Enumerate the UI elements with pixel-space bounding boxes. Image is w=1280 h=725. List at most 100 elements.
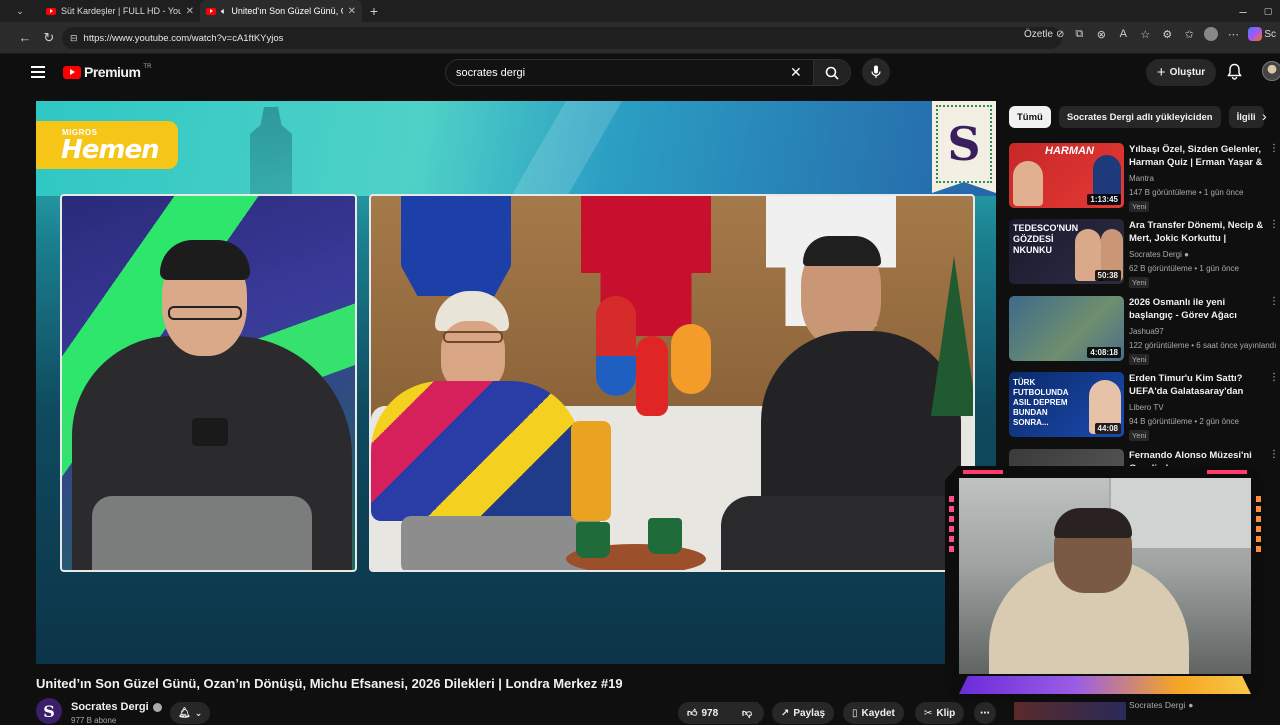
install-app-icon[interactable]: ⧉ — [1072, 27, 1086, 41]
green-mug-1 — [576, 522, 610, 558]
video-thumbnail[interactable]: 4:08:18 — [1009, 296, 1124, 361]
url-field[interactable]: ⊟ https://www.youtube.com/watch?v=cA1ftK… — [62, 27, 1062, 49]
clip-button[interactable]: ✂ Klip — [915, 702, 965, 724]
clear-search-icon[interactable]: ✕ — [790, 64, 802, 81]
thumb-caption: TEDESCO'NUN GÖZDESİ NKUNKU — [1013, 223, 1079, 255]
video-duration: 50:38 — [1094, 270, 1121, 281]
plus-icon: + — [1156, 64, 1166, 81]
youtube-logo[interactable]: Premium TR — [63, 64, 151, 80]
profile-avatar-icon[interactable] — [1204, 27, 1219, 41]
tab-close-icon[interactable]: ✕ — [186, 6, 194, 17]
list-item[interactable]: TÜRK FUTBOLUNDA ASIL DEPREM BUNDAN SONRA… — [1009, 372, 1279, 442]
jersey-blue — [401, 196, 511, 296]
video-channel[interactable]: Libero TV — [1129, 403, 1164, 412]
more-actions-button[interactable]: ⋯ — [974, 702, 996, 724]
video-title-link[interactable]: Yılbaşı Özel, Sizden Gelenler, Harman Qu… — [1129, 143, 1269, 171]
read-aloud-icon[interactable]: A — [1116, 27, 1130, 41]
save-button[interactable]: ▯ Kaydet — [843, 702, 904, 724]
extensions-icon[interactable]: ⚙ — [1160, 27, 1174, 41]
chip-all[interactable]: Tümü — [1009, 106, 1051, 128]
video-thumbnail[interactable]: TEDESCO'NUN GÖZDESİ NKUNKU 50:38 — [1009, 219, 1124, 284]
channel-logo-letter: S — [947, 117, 981, 171]
video-thumbnail[interactable]: HARMAN 1:13:45 — [1009, 143, 1124, 208]
sponsor-brand: Hemen — [61, 135, 160, 165]
video-menu-icon[interactable]: ⋮ — [1269, 296, 1279, 307]
youtube-play-icon — [63, 65, 81, 79]
favorites-icon[interactable]: ✩ — [1182, 27, 1196, 41]
new-tab-icon[interactable]: + — [362, 3, 386, 19]
more-menu-icon[interactable]: ⋯ — [1226, 27, 1240, 41]
microphone-icon — [871, 65, 881, 78]
channel-name[interactable]: Socrates Dergi — [71, 701, 162, 713]
thumbs-down-icon: 👎︎ — [741, 708, 753, 719]
video-channel[interactable]: Jashua97 — [1129, 327, 1164, 336]
tab-title: Süt Kardeşler | FULL HD - YouTube — [61, 6, 181, 16]
video-thumbnail[interactable]: TÜRK FUTBOLUNDA ASIL DEPREM BUNDAN SONRA… — [1009, 372, 1124, 437]
list-item[interactable]: TEDESCO'NUN GÖZDESİ NKUNKU 50:38 Ara Tra… — [1009, 219, 1279, 289]
summarize-button[interactable]: Özetle ⊘ — [1024, 29, 1064, 40]
video-title: United’ın Son Güzel Günü, Ozan’ın Dönüşü… — [36, 676, 623, 691]
chip-from-uploader[interactable]: Socrates Dergi adlı yükleyiciden — [1058, 106, 1221, 128]
list-item[interactable]: 4:08:18 2026 Osmanlı ile yeni başlangıç … — [1009, 296, 1279, 366]
bookmark-star-icon[interactable]: ☆ — [1138, 27, 1152, 41]
new-badge: Yeni — [1129, 201, 1150, 212]
list-item[interactable]: HARMAN 1:13:45 Yılbaşı Özel, Sizden Gele… — [1009, 143, 1279, 213]
host-left-glasses — [168, 306, 242, 320]
maximize-icon[interactable]: ▢ — [1256, 6, 1280, 17]
dislike-button[interactable]: 👎︎ — [730, 702, 764, 724]
video-duration: 1:13:45 — [1087, 194, 1121, 205]
speaker-icon[interactable]: 🔈︎ — [221, 6, 226, 17]
hamburger-menu-icon[interactable] — [31, 66, 45, 78]
tab-list-icon[interactable]: ⌄ — [0, 6, 40, 17]
browser-toolbar: Özetle ⊘ ⧉ ⊗ A ☆ ⚙ ✩ ⋯ Sc — [1024, 27, 1276, 41]
site-info-icon[interactable]: ⊟ — [70, 33, 78, 44]
minimize-icon[interactable]: – — [1230, 4, 1256, 19]
host-right-hair — [803, 236, 881, 266]
browser-tab-2[interactable]: 🔈︎ United'ın Son Güzel Günü, Oz ✕ — [200, 0, 362, 22]
chip-related[interactable]: İlgili — [1228, 106, 1264, 128]
video-title-link[interactable]: Ara Transfer Dönemi, Necip & Mert, Jokic… — [1129, 219, 1269, 247]
video-player[interactable]: MIGROS Hemen S — [36, 101, 996, 664]
thumb-caption: TÜRK FUTBOLUNDA ASIL DEPREM BUNDAN SONRA… — [1013, 378, 1069, 427]
channel-avatar[interactable]: S — [36, 698, 62, 724]
browser-tab-1[interactable]: Süt Kardeşler | FULL HD - YouTube ✕ — [40, 0, 200, 22]
voice-search-button[interactable] — [862, 58, 890, 86]
host-middle-jersey — [371, 381, 581, 521]
reload-icon[interactable]: ↻ — [38, 30, 60, 46]
notification-toggle-button[interactable]: 🔔︎ ⌄ — [170, 702, 211, 724]
search-button[interactable] — [813, 59, 851, 86]
right-camera-frame — [369, 194, 975, 572]
summarize-icon: ⊘ — [1055, 28, 1065, 40]
share-button[interactable]: ↗ Paylaş — [772, 702, 835, 724]
video-title-link[interactable]: Erden Timur'u Kim Sattı? UEFA'da Galatas… — [1129, 372, 1269, 400]
host-right-pants — [721, 496, 961, 570]
sidebar-bottom-thumb[interactable] — [1014, 700, 1126, 720]
webcam-top-accent — [1207, 470, 1247, 474]
video-duration: 44:08 — [1094, 423, 1121, 434]
chips-next-icon[interactable]: › — [1262, 108, 1267, 124]
youtube-header: Premium TR socrates dergi ✕ + Oluştur — [0, 54, 1280, 94]
back-icon[interactable]: ← — [14, 30, 36, 45]
orange-pillow — [571, 421, 611, 521]
create-button[interactable]: + Oluştur — [1146, 59, 1216, 86]
tracking-icon[interactable]: ⊗ — [1094, 27, 1108, 41]
video-menu-icon[interactable]: ⋮ — [1269, 143, 1279, 154]
search-input[interactable]: socrates dergi — [445, 59, 815, 86]
address-bar-row: ← ↻ ⊟ https://www.youtube.com/watch?v=cA… — [0, 22, 1280, 54]
copilot-button[interactable]: Sc — [1248, 27, 1276, 41]
video-menu-icon[interactable]: ⋮ — [1269, 372, 1279, 383]
copilot-icon — [1248, 27, 1263, 41]
account-avatar[interactable] — [1262, 61, 1280, 81]
verified-icon: ● — [1184, 250, 1189, 259]
studio-diagonal-shape — [416, 101, 736, 196]
video-channel[interactable]: Mantra — [1129, 174, 1154, 183]
video-title-link[interactable]: 2026 Osmanlı ile yeni başlangıç - Görev … — [1129, 296, 1269, 324]
video-channel[interactable]: Socrates Dergi ● — [1129, 250, 1189, 259]
notifications-bell-icon[interactable] — [1227, 63, 1242, 85]
channel-logo-badge: S — [932, 101, 996, 193]
tab-close-icon[interactable]: ✕ — [348, 6, 356, 17]
video-menu-icon[interactable]: ⋮ — [1269, 219, 1279, 230]
sponsor-badge: MIGROS Hemen — [36, 121, 178, 169]
video-menu-icon[interactable]: ⋮ — [1269, 449, 1279, 460]
green-mug-2 — [648, 518, 682, 554]
